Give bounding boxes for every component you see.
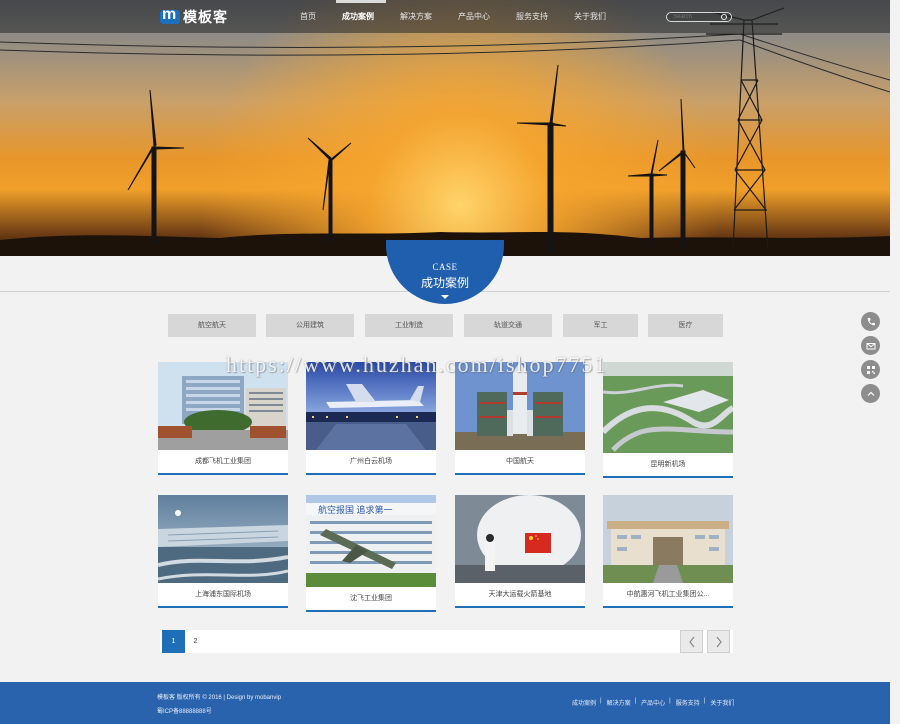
main-nav: 首页 成功案例 解决方案 产品中心 服务支持 关于我们 <box>300 0 632 33</box>
footer-separator: | <box>634 698 637 704</box>
page-2-button[interactable]: 2 <box>184 630 207 653</box>
case-card[interactable]: 航空报国 追求第一 沈飞工业集团 <box>306 495 436 612</box>
nav-item-solutions[interactable]: 解决方案 <box>400 0 448 33</box>
qrcode-icon[interactable] <box>861 360 880 379</box>
phone-icon[interactable] <box>861 312 880 331</box>
case-card[interactable]: 上海浦东国际机场 <box>158 495 288 608</box>
top-navigation-bar: 模板客 首页 成功案例 解决方案 产品中心 服务支持 关于我们 <box>0 0 890 33</box>
prev-page-button[interactable] <box>680 630 703 653</box>
filter-military[interactable]: 军工 <box>563 314 638 337</box>
page-1-button[interactable]: 1 <box>162 630 185 653</box>
nav-item-products[interactable]: 产品中心 <box>458 0 506 33</box>
section-title-badge: CASE 成功案例 <box>386 240 504 304</box>
search-input[interactable] <box>667 13 717 21</box>
nav-item-about[interactable]: 关于我们 <box>574 0 622 33</box>
watermark-text: https://www.huzhan.com/ishop7751 <box>226 352 608 377</box>
case-title: 中航惠河飞机工业集团公... <box>626 591 710 598</box>
filter-medical[interactable]: 医疗 <box>648 314 723 337</box>
nav-item-support[interactable]: 服务支持 <box>516 0 564 33</box>
chevron-right-icon <box>716 636 722 647</box>
footer-copyright: 模板客 版权所有 © 2016 | Design by mobanvip <box>157 695 282 701</box>
section-title-cn: 成功案例 <box>420 276 469 290</box>
footer-link-solutions[interactable]: 解决方案 <box>607 698 631 707</box>
footer-separator: | <box>669 698 671 704</box>
case-card[interactable]: 天津大运载火箭基地 <box>455 495 585 608</box>
footer-icp[interactable]: 蜀ICP备88888888号 <box>157 705 281 719</box>
hero-sunset-image <box>0 0 890 256</box>
page: 模板客 首页 成功案例 解决方案 产品中心 服务支持 关于我们 CASE 成功案… <box>0 0 900 724</box>
mail-icon[interactable] <box>861 336 880 355</box>
case-card[interactable]: 中航惠河飞机工业集团公... <box>603 495 733 608</box>
case-title: 天津大运载火箭基地 <box>488 591 552 598</box>
filter-industrial[interactable]: 工业制造 <box>365 314 453 337</box>
site-logo[interactable]: 模板客 <box>160 6 228 27</box>
back-to-top-icon[interactable] <box>861 384 880 403</box>
next-page-button[interactable] <box>707 630 730 653</box>
case-card[interactable]: 昆明新机场 <box>603 362 733 478</box>
nav-item-home[interactable]: 首页 <box>300 0 332 33</box>
hero-banner: 模板客 首页 成功案例 解决方案 产品中心 服务支持 关于我们 <box>0 0 890 256</box>
case-title: 沈飞工业集团 <box>350 595 392 602</box>
footer: 模板客 版权所有 © 2016 | Design by mobanvip 蜀IC… <box>0 682 890 724</box>
chevron-left-icon <box>688 636 694 647</box>
footer-link-about[interactable]: 关于我们 <box>710 698 734 707</box>
case-image-tianjin-rocket-base <box>455 495 585 583</box>
footer-separator: | <box>600 698 602 704</box>
case-title: 广州白云机场 <box>350 458 392 465</box>
case-title: 昆明新机场 <box>650 461 686 468</box>
filter-aerospace[interactable]: 航空航天 <box>168 314 256 337</box>
logo-text: 模板客 <box>183 9 228 25</box>
category-filters: 航空航天 公用建筑 工业制造 轨道交通 军工 医疗 <box>0 314 900 337</box>
pagination: 1 2 <box>160 630 733 653</box>
filter-rail-transit[interactable]: 轨道交通 <box>464 314 552 337</box>
case-image-avic-aircraft-group <box>603 495 733 583</box>
footer-link-support[interactable]: 服务支持 <box>676 698 700 707</box>
case-card[interactable]: 广州白云机场 <box>306 362 436 475</box>
search-icon[interactable] <box>721 14 727 20</box>
filter-public-building[interactable]: 公用建筑 <box>266 314 354 337</box>
footer-info: 模板客 版权所有 © 2016 | Design by mobanvip 蜀IC… <box>157 691 281 719</box>
case-title: 中国航天 <box>506 458 534 465</box>
case-card[interactable]: 成都飞机工业集团 <box>158 362 288 475</box>
footer-separator: | <box>703 698 706 704</box>
svg-text:航空报国 追求第一: 航空报国 追求第一 <box>318 504 393 515</box>
footer-links: 成功案例 | 解决方案 | 产品中心 | 服务支持 | 关于我们 <box>572 698 738 707</box>
logo-icon <box>160 6 180 24</box>
caret-down-icon <box>441 295 449 299</box>
nav-item-cases[interactable]: 成功案例 <box>336 0 390 33</box>
search-box <box>666 12 732 22</box>
case-title: 上海浦东国际机场 <box>195 591 251 598</box>
case-title: 成都飞机工业集团 <box>195 458 251 465</box>
case-image-kunming-airport <box>603 362 733 453</box>
section-title-en: CASE <box>432 262 458 272</box>
case-image-shenyang-aircraft: 航空报国 追求第一 <box>306 495 436 587</box>
footer-link-products[interactable]: 产品中心 <box>641 698 665 707</box>
footer-link-cases[interactable]: 成功案例 <box>572 698 596 707</box>
case-image-shanghai-pudong-airport <box>158 495 288 583</box>
case-card[interactable]: 中国航天 <box>455 362 585 475</box>
